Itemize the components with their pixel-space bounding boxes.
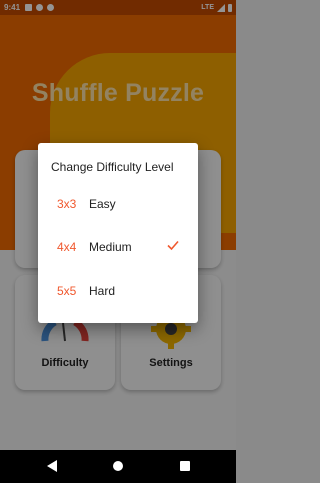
option-size: 4x4 (57, 240, 77, 254)
back-icon[interactable] (47, 460, 57, 472)
home-icon[interactable] (113, 461, 123, 471)
option-label: Easy (89, 197, 116, 211)
difficulty-dialog: Change Difficulty Level 3x3 Easy 4x4 Med… (38, 143, 198, 323)
option-medium[interactable]: 4x4 Medium (38, 232, 198, 262)
check-icon (167, 240, 179, 251)
app-screen: 9:41 LTE Shuffle Puzzle Difficulty Setti… (0, 0, 236, 483)
option-size: 5x5 (57, 284, 77, 298)
option-hard[interactable]: 5x5 Hard (38, 276, 198, 306)
option-label: Hard (89, 284, 116, 298)
dialog-title: Change Difficulty Level (51, 160, 174, 174)
option-size: 3x3 (57, 197, 77, 211)
recents-icon[interactable] (180, 461, 190, 471)
navigation-bar (0, 450, 236, 483)
option-label: Medium (89, 240, 132, 254)
option-easy[interactable]: 3x3 Easy (38, 189, 198, 219)
